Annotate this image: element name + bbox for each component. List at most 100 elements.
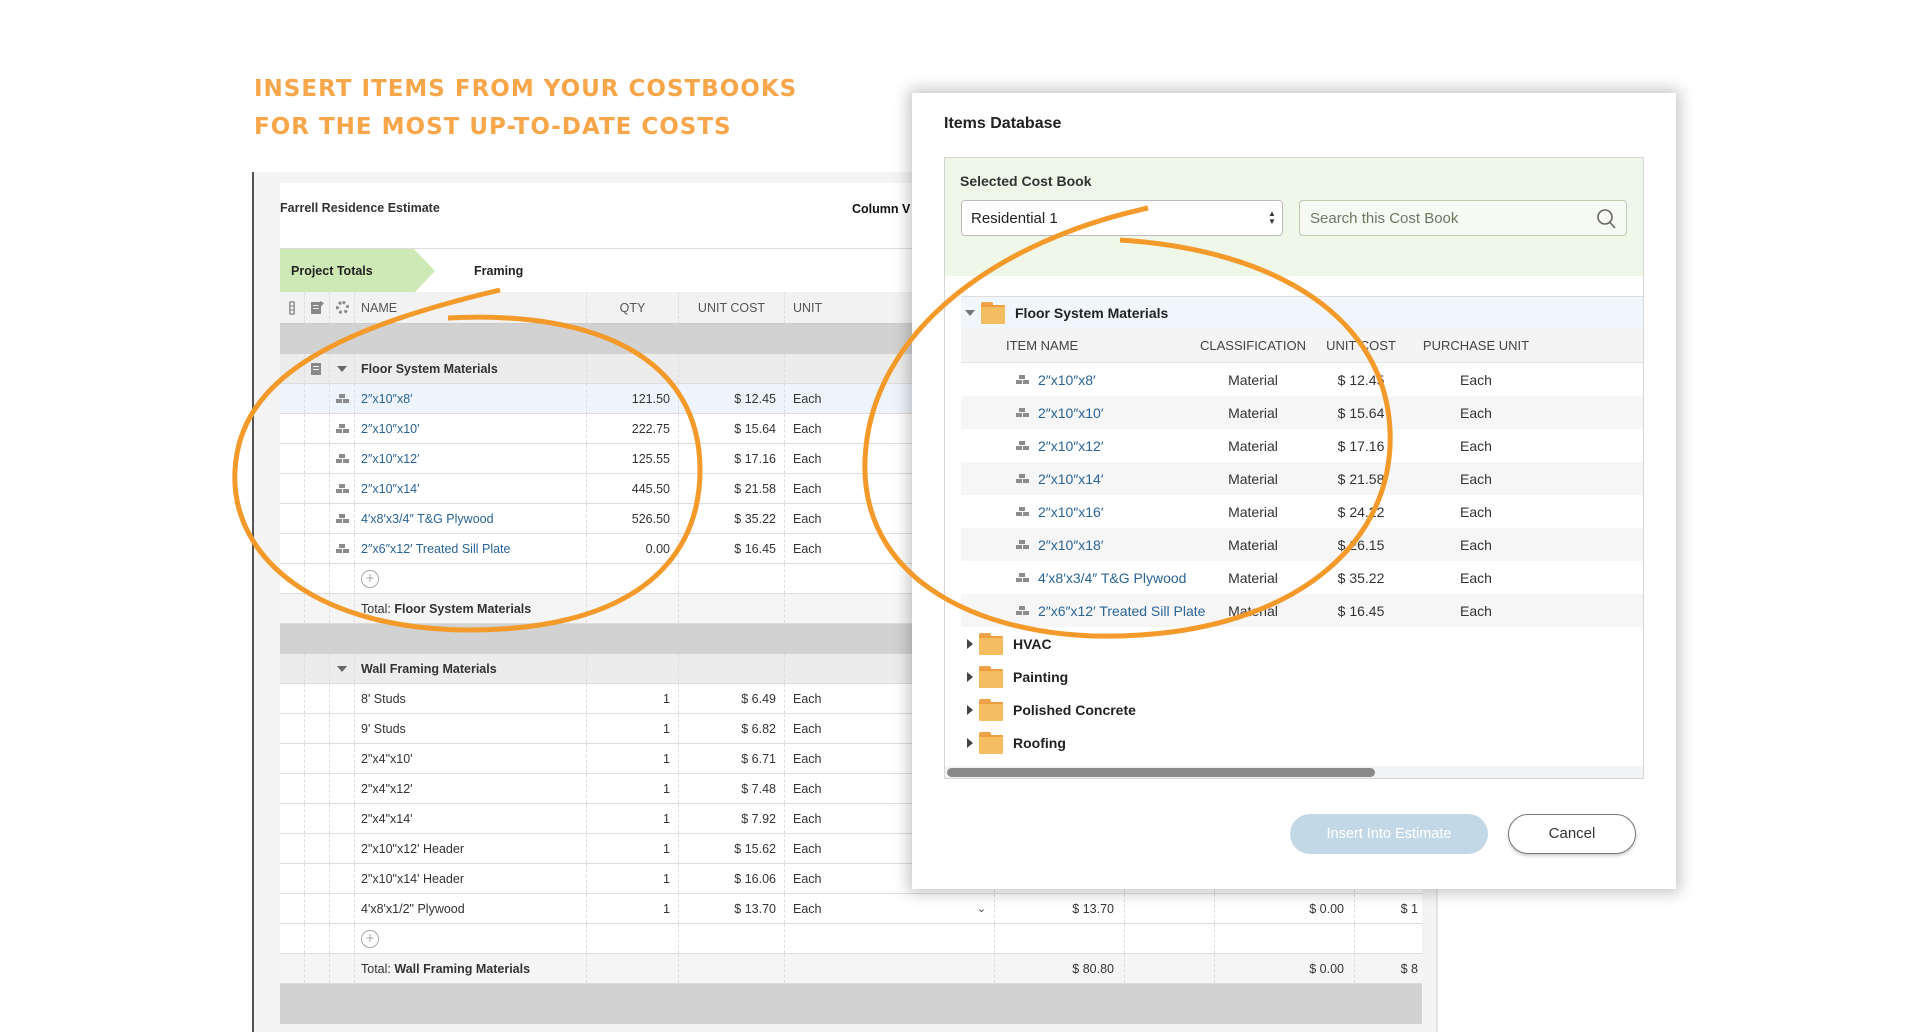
item-name[interactable]: 2″x10″x14′ (361, 482, 419, 496)
item-name[interactable]: 2″x6″x12′ Treated Sill Plate (361, 542, 510, 556)
item-name[interactable]: 2″x10″x10′ (1038, 405, 1103, 421)
qty-cell[interactable]: 1 (586, 744, 678, 773)
cost-item-row[interactable]: 2″x10″x12′ Material $ 17.16 Each (961, 429, 1643, 462)
item-qty[interactable]: 222.75 (632, 422, 670, 436)
folder-row[interactable]: Painting (961, 660, 1643, 693)
qty-cell[interactable]: 1 (586, 894, 678, 923)
item-name[interactable]: 2″x10″x16′ (1038, 504, 1103, 520)
cost-item-row[interactable]: 2″x10″x10′ Material $ 15.64 Each (961, 396, 1643, 429)
item-name[interactable]: 4′x8′x3/4″ T&G Plywood (361, 512, 494, 526)
column-header-name[interactable]: NAME (354, 292, 586, 323)
item-qty[interactable]: 1 (663, 692, 670, 706)
qty-cell[interactable]: 121.50 (586, 384, 678, 413)
cost-item-row[interactable]: 4′x8′x3/4″ T&G Plywood Material $ 35.22 … (961, 561, 1643, 594)
insert-into-estimate-button[interactable]: Insert Into Estimate (1290, 814, 1488, 854)
cost-book-select[interactable]: Residential 1 ▲ ▼ (961, 200, 1283, 236)
item-qty[interactable]: 0.00 (646, 542, 670, 556)
qty-cell[interactable]: 222.75 (586, 414, 678, 443)
column-header-purchase-unit[interactable]: PURCHASE UNIT (1411, 329, 1541, 362)
column-header-unit-cost[interactable]: UNIT COST (1311, 329, 1411, 362)
unit-cost-cell: $ 15.64 (678, 414, 784, 443)
cost-item-row[interactable]: 2″x10″x18′ Material $ 26.15 Each (961, 528, 1643, 561)
folder-row[interactable]: Roofing (961, 726, 1643, 759)
item-name[interactable]: 2″x10″x12′ (361, 452, 419, 466)
notes-icon[interactable] (304, 292, 329, 323)
qty-cell[interactable]: 526.50 (586, 504, 678, 533)
cost-item-row[interactable]: 2″x10″x8′ Material $ 12.45 Each (961, 363, 1643, 396)
item-name-cell[interactable]: 2″x6″x12′ Treated Sill Plate (354, 534, 586, 563)
cost-book-search-input[interactable]: Search this Cost Book (1299, 200, 1627, 236)
expand-triangle-icon[interactable] (967, 704, 973, 715)
expand-triangle-icon[interactable] (967, 671, 973, 682)
item-qty[interactable]: 1 (663, 812, 670, 826)
settings-gear-icon[interactable] (329, 292, 354, 323)
item-name[interactable]: 2″x6″x12′ Treated Sill Plate (1038, 603, 1205, 619)
item-qty[interactable]: 121.50 (632, 392, 670, 406)
collapse-triangle-icon[interactable] (329, 354, 354, 383)
item-qty[interactable]: 1 (663, 842, 670, 856)
unit-cell[interactable]: Each ⌄ (784, 894, 994, 923)
add-item-plus-icon[interactable]: + (361, 929, 379, 948)
qty-cell[interactable]: 445.50 (586, 474, 678, 503)
qty-cell[interactable]: 1 (586, 684, 678, 713)
item-name[interactable]: 2″x10″x18′ (1038, 537, 1103, 553)
cost-book-label: Selected Cost Book (960, 173, 1092, 189)
horizontal-scrollbar[interactable] (945, 766, 1643, 778)
cost-item-row[interactable]: 2″x6″x12′ Treated Sill Plate Material $ … (961, 594, 1643, 627)
folder-floor-system-materials[interactable]: Floor System Materials (961, 296, 1643, 329)
item-name-cell[interactable]: 2″x10″x8′ (354, 384, 586, 413)
column-view-label[interactable]: Column V (852, 202, 910, 216)
column-header-unit-cost[interactable]: UNIT COST (678, 292, 784, 323)
unit-cost-cell: $ 15.62 (678, 834, 784, 863)
tab-framing[interactable]: Framing (474, 264, 523, 278)
qty-cell[interactable]: 125.55 (586, 444, 678, 473)
item-qty[interactable]: 445.50 (632, 482, 670, 496)
chevron-down-icon[interactable]: ⌄ (977, 902, 986, 915)
notes-icon[interactable] (304, 354, 329, 383)
column-header-classification[interactable]: CLASSIFICATION (1193, 329, 1313, 362)
expanded-triangle-icon[interactable] (965, 310, 975, 316)
item-qty[interactable]: 125.55 (632, 452, 670, 466)
item-qty[interactable]: 1 (663, 722, 670, 736)
qty-cell[interactable]: 1 (586, 804, 678, 833)
traffic-light-icon[interactable] (280, 292, 304, 323)
add-item-plus-icon[interactable]: + (361, 569, 379, 588)
folder-row[interactable]: HVAC (961, 627, 1643, 660)
cost-item-row[interactable]: 2″x10″x16′ Material $ 24.22 Each (961, 495, 1643, 528)
qty-cell[interactable]: 1 (586, 774, 678, 803)
search-icon[interactable] (1596, 208, 1616, 230)
item-unit-cost: $ 21.58 (734, 481, 776, 496)
item-name[interactable]: 2″x10″x8′ (1038, 372, 1096, 388)
item-purchase-unit: Each (1460, 569, 1492, 586)
column-header-qty[interactable]: QTY (586, 292, 678, 323)
cancel-button[interactable]: Cancel (1508, 814, 1636, 854)
item-qty[interactable]: 526.50 (632, 512, 670, 526)
qty-cell[interactable]: 1 (586, 834, 678, 863)
item-name-cell[interactable]: 4′x8′x3/4″ T&G Plywood (354, 504, 586, 533)
item-qty[interactable]: 1 (663, 872, 670, 886)
item-name[interactable]: 2″x10″x14′ (1038, 471, 1103, 487)
qty-cell[interactable]: 1 (586, 714, 678, 743)
item-qty[interactable]: 1 (663, 782, 670, 796)
scrollbar-thumb[interactable] (947, 768, 1375, 777)
item-qty[interactable]: 1 (663, 902, 670, 916)
table-row[interactable]: 4'x8'x1/2" Plywood 1 $ 13.70 Each ⌄ $ 13.70 $ … (280, 894, 1422, 924)
item-name[interactable]: 2″x10″x12′ (1038, 438, 1103, 454)
qty-cell[interactable]: 0.00 (586, 534, 678, 563)
folder-name: Painting (1013, 668, 1069, 685)
item-name-cell[interactable]: 2″x10″x10′ (354, 414, 586, 443)
item-name-cell[interactable]: 2″x10″x14′ (354, 474, 586, 503)
item-qty[interactable]: 1 (663, 752, 670, 766)
item-name[interactable]: 2″x10″x10′ (361, 422, 419, 436)
tab-project-totals[interactable]: Project Totals (280, 249, 435, 293)
item-name-cell[interactable]: 2″x10″x12′ (354, 444, 586, 473)
qty-cell[interactable]: 1 (586, 864, 678, 893)
collapse-triangle-icon[interactable] (329, 654, 354, 683)
expand-triangle-icon[interactable] (967, 638, 973, 649)
folder-row[interactable]: Polished Concrete (961, 693, 1643, 726)
item-name[interactable]: 2″x10″x8′ (361, 392, 413, 406)
item-name[interactable]: 4′x8′x3/4″ T&G Plywood (1038, 570, 1186, 586)
grid-cell (304, 684, 329, 713)
expand-triangle-icon[interactable] (967, 737, 973, 748)
cost-item-row[interactable]: 2″x10″x14′ Material $ 21.58 Each (961, 462, 1643, 495)
